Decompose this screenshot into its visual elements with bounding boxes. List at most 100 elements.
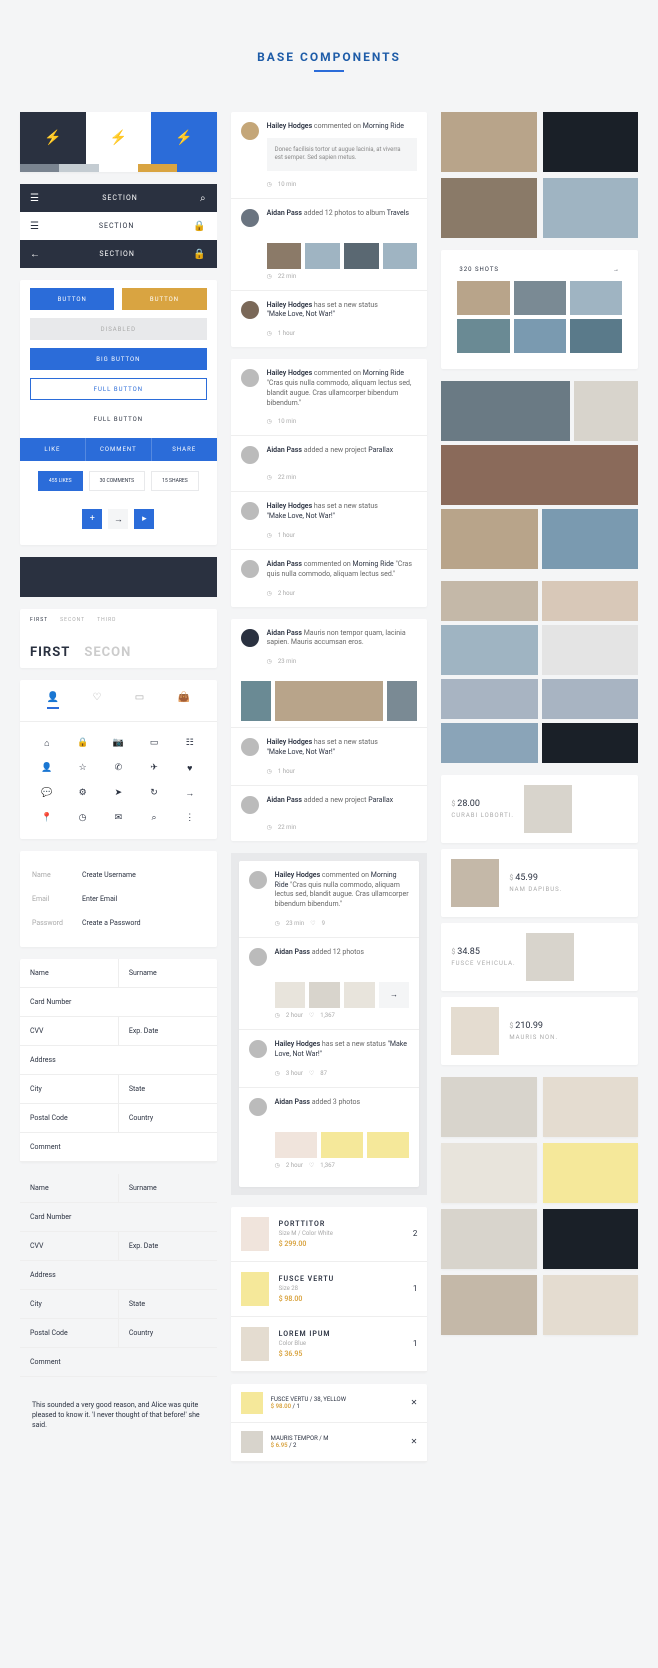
collage-img[interactable] [441, 445, 638, 505]
product-tile[interactable] [543, 1275, 638, 1335]
feed-name[interactable]: Hailey Hodges [267, 738, 313, 746]
shot-thumb[interactable] [514, 281, 566, 315]
share-action[interactable]: SHARE [152, 438, 217, 461]
feed-name[interactable]: Aidan Pass [267, 209, 302, 217]
exp-field[interactable]: Exp. Date [119, 1017, 217, 1045]
gallery-image[interactable] [543, 178, 638, 238]
postal-field[interactable]: Postal Code [20, 1104, 119, 1132]
lock-icon[interactable]: 🔒 [193, 249, 206, 260]
tab-placeholder[interactable] [20, 557, 217, 597]
avatar[interactable] [241, 738, 259, 756]
collage-img[interactable] [574, 381, 638, 441]
heart-icon[interactable]: ♡ [310, 920, 315, 927]
shot-thumb[interactable] [457, 281, 509, 315]
email-input[interactable]: Enter Email [82, 895, 117, 903]
product-tile[interactable] [441, 1209, 536, 1269]
masonry-img[interactable] [441, 723, 537, 763]
feed-name[interactable]: Aidan Pass [275, 948, 310, 956]
feed-object[interactable]: Morning Ride [363, 369, 404, 377]
masonry-img[interactable] [542, 581, 638, 621]
shop-item[interactable]: FUSCE VERTUSize 28$ 98.001 [231, 1262, 428, 1317]
shot-thumb[interactable] [514, 319, 566, 353]
address-field[interactable]: Address [20, 1046, 217, 1074]
state-field[interactable]: State [119, 1290, 217, 1318]
address-field[interactable]: Address [20, 1261, 217, 1289]
name-input[interactable]: Create Username [82, 871, 136, 879]
product-tile[interactable] [441, 1077, 536, 1137]
quantity[interactable]: 1 [413, 1284, 418, 1293]
subtab-second[interactable]: SECONT [60, 617, 85, 623]
play-icon-button[interactable]: ▸ [134, 509, 154, 529]
product-tile[interactable] [543, 1209, 638, 1269]
add-icon-button[interactable]: + [82, 509, 102, 529]
gallery-image[interactable] [441, 112, 536, 172]
arrow-right-icon[interactable]: → [613, 266, 620, 273]
collage-img[interactable] [542, 509, 638, 569]
feed-name[interactable]: Hailey Hodges [275, 1040, 321, 1048]
heart-icon[interactable]: ♡ [92, 692, 101, 709]
avatar[interactable] [241, 629, 259, 647]
feed-name[interactable]: Hailey Hodges [267, 369, 313, 377]
feed-name[interactable]: Aidan Pass [267, 446, 302, 454]
product-row[interactable]: $28.00CURABI LOBORTI. [441, 775, 638, 843]
name-field[interactable]: Name [20, 1174, 119, 1202]
search-icon[interactable]: ⌕ [200, 193, 207, 204]
product-tile[interactable] [441, 1143, 536, 1203]
photo-thumbs[interactable]: → [239, 976, 420, 1012]
collage-img[interactable] [441, 509, 537, 569]
menu-icon[interactable]: ☰ [30, 221, 40, 232]
feed-object[interactable]: Parallax [368, 446, 393, 454]
masonry-img[interactable] [542, 723, 638, 763]
quantity[interactable]: 2 [413, 1229, 418, 1238]
shot-thumb[interactable] [457, 319, 509, 353]
feed-object[interactable]: Morning Ride [353, 560, 394, 568]
card-field[interactable]: Card Number [20, 1203, 217, 1231]
feed-object[interactable]: Morning Ride [363, 122, 404, 130]
masonry-img[interactable] [441, 625, 537, 675]
product-row[interactable]: $34.85FUSCE VEHICULA. [441, 923, 638, 991]
secondary-button[interactable]: BUTTON [122, 288, 206, 310]
feed-name[interactable]: Hailey Hodges [267, 301, 313, 309]
avatar[interactable] [241, 209, 259, 227]
subtab-first[interactable]: FIRST [30, 617, 48, 623]
shot-thumb[interactable] [570, 319, 622, 353]
surname-field[interactable]: Surname [119, 959, 217, 987]
comment-field[interactable]: Comment [20, 1133, 217, 1161]
product-row[interactable]: $210.99MAURIS NON. [441, 997, 638, 1065]
bigtab-second[interactable]: SECON [84, 645, 131, 660]
shop-item[interactable]: PORTTITORSize M / Color White$ 299.002 [231, 1207, 428, 1262]
avatar[interactable] [249, 871, 267, 889]
product-tile[interactable] [543, 1077, 638, 1137]
city-field[interactable]: City [20, 1075, 119, 1103]
bag-icon[interactable]: 👜 [178, 692, 190, 709]
avatar[interactable] [249, 1098, 267, 1116]
feed-name[interactable]: Hailey Hodges [267, 502, 313, 510]
exp-field[interactable]: Exp. Date [119, 1232, 217, 1260]
back-icon[interactable]: ← [30, 249, 41, 260]
bigtab-first[interactable]: FIRST [30, 645, 70, 660]
avatar[interactable] [249, 948, 267, 966]
avatar[interactable] [241, 502, 259, 520]
name-field[interactable]: Name [20, 959, 119, 987]
product-tile[interactable] [441, 1275, 536, 1335]
feed-object[interactable]: Parallax [368, 796, 393, 804]
shot-thumb[interactable] [570, 281, 622, 315]
comment-action[interactable]: COMMENT [86, 438, 152, 461]
feed-name[interactable]: Aidan Pass [267, 629, 302, 637]
product-tile[interactable] [543, 1143, 638, 1203]
photo-thumbs[interactable] [231, 237, 428, 273]
avatar[interactable] [241, 446, 259, 464]
avatar[interactable] [241, 301, 259, 319]
state-field[interactable]: State [119, 1075, 217, 1103]
feed-name[interactable]: Hailey Hodges [275, 871, 321, 879]
masonry-img[interactable] [542, 679, 638, 719]
subtab-third[interactable]: THIRD [97, 617, 116, 623]
cvv-field[interactable]: CVV [20, 1017, 119, 1045]
menu-icon[interactable]: ☰ [30, 193, 40, 204]
remove-icon[interactable]: ✕ [411, 1398, 418, 1407]
avatar[interactable] [249, 1040, 267, 1058]
password-input[interactable]: Create a Password [82, 919, 141, 927]
feed-name[interactable]: Aidan Pass [267, 796, 302, 804]
stat-shares[interactable]: 15 SHARES [151, 471, 199, 491]
collage-img[interactable] [441, 381, 569, 441]
